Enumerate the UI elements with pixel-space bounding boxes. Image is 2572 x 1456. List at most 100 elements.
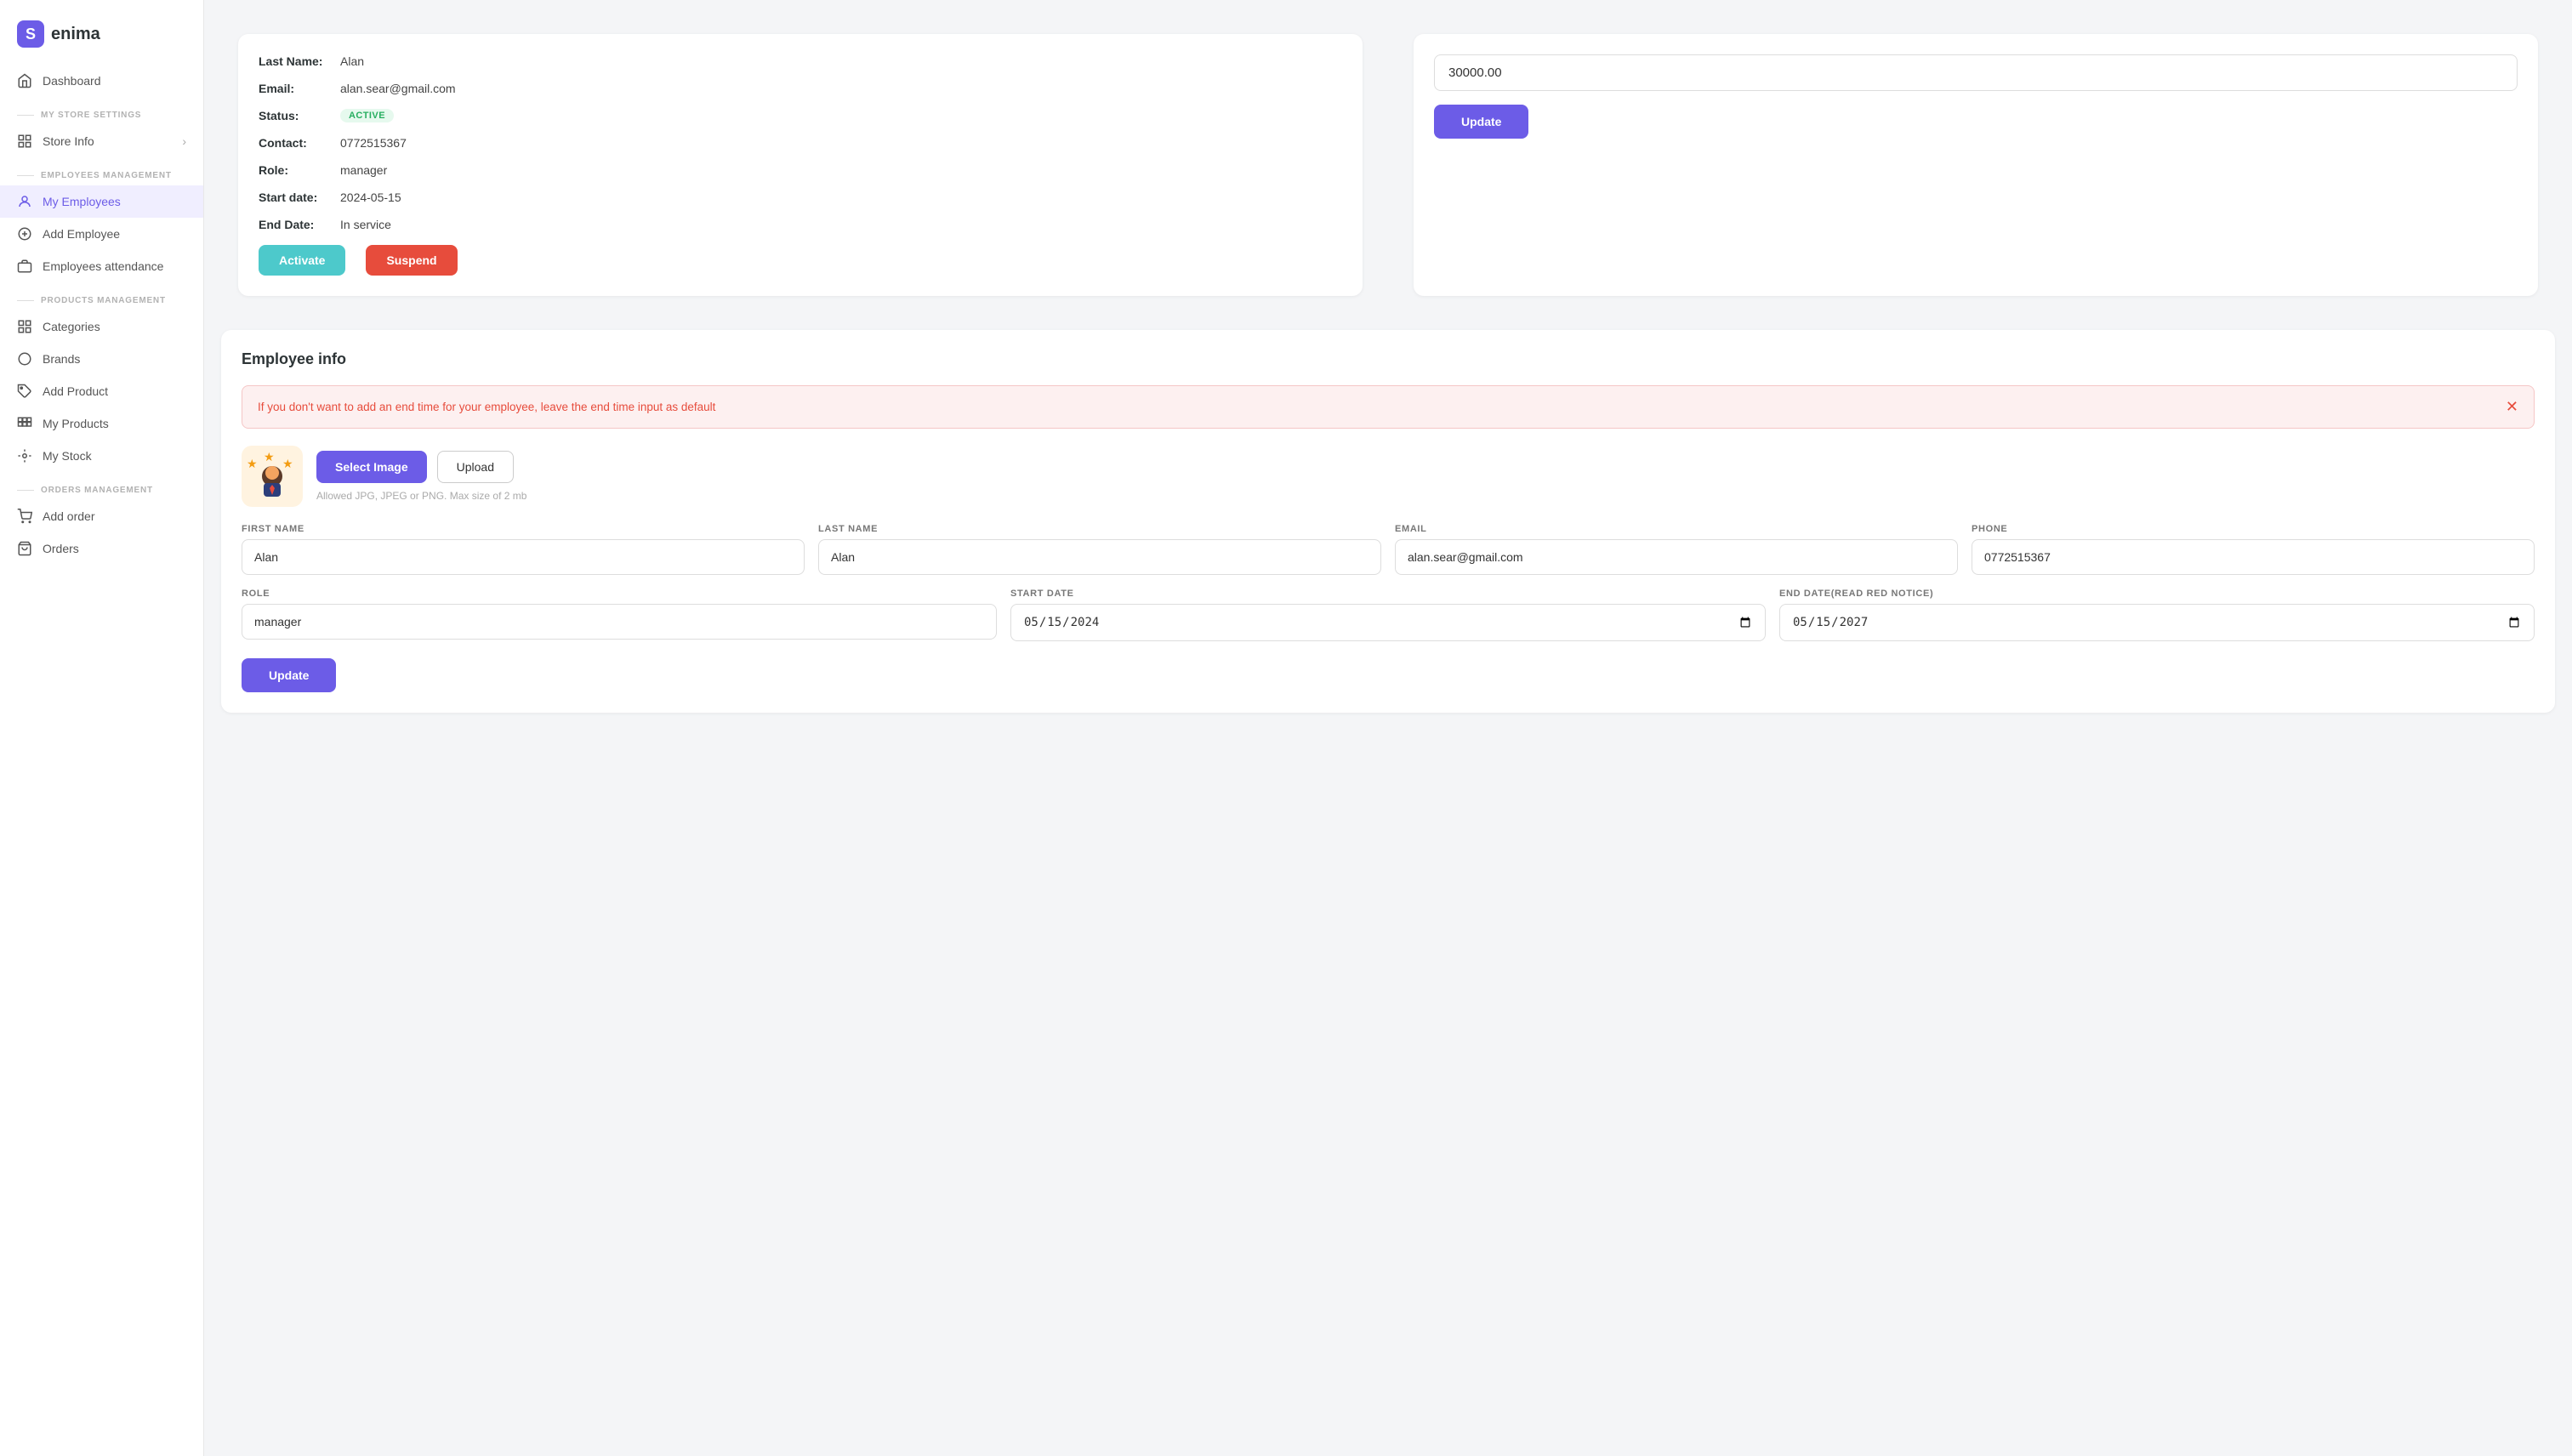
role-value: manager (340, 163, 387, 177)
sidebar-item-label: Categories (43, 320, 100, 333)
phone-group: PHONE (1972, 524, 2535, 575)
sidebar-item-label: Add Employee (43, 227, 120, 241)
first-name-input[interactable] (242, 539, 805, 575)
select-image-button[interactable]: Select Image (316, 451, 427, 483)
phone-input[interactable] (1972, 539, 2535, 575)
start-date-input[interactable] (1010, 604, 1766, 641)
sidebar: S enima Dashboard MY STORE SETTINGS Stor… (0, 0, 204, 1456)
form-row-2: ROLE START DATE END DATE(READ RED NOTICE… (242, 589, 2535, 641)
app-name: enima (51, 25, 100, 44)
sidebar-item-label: Employees attendance (43, 259, 163, 273)
sidebar-item-my-employees[interactable]: My Employees (0, 185, 203, 218)
form-row-1: FIRST NAME LAST NAME EMAIL PHONE (242, 524, 2535, 575)
section-label-products: PRODUCTS MANAGEMENT (0, 282, 203, 310)
sidebar-item-label: Dashboard (43, 74, 101, 88)
start-date-label: Start date: (259, 191, 335, 204)
alert-banner: If you don't want to add an end time for… (242, 385, 2535, 429)
sidebar-item-label: My Employees (43, 195, 121, 208)
role-group: ROLE (242, 589, 997, 641)
start-date-value: 2024-05-15 (340, 191, 401, 204)
main-content: Last Name: Alan Email: alan.sear@gmail.c… (204, 0, 2572, 1456)
sidebar-item-orders[interactable]: Orders (0, 532, 203, 565)
end-date-input[interactable] (1779, 604, 2535, 641)
activate-button[interactable]: Activate (259, 245, 345, 276)
store-icon (17, 134, 32, 149)
role-row: Role: manager (259, 163, 1342, 177)
sidebar-item-brands[interactable]: Brands (0, 343, 203, 375)
salary-card: Update (1414, 34, 2538, 296)
section-label-store: MY STORE SETTINGS (0, 97, 203, 125)
sidebar-item-label: Add Product (43, 384, 108, 398)
salary-update-button[interactable]: Update (1434, 105, 1528, 139)
action-buttons: Activate Suspend (259, 245, 1342, 276)
first-name-label: FIRST NAME (242, 524, 805, 534)
circle-icon (17, 351, 32, 367)
last-name-label: LAST NAME (818, 524, 1381, 534)
start-date-group: START DATE (1010, 589, 1766, 641)
sidebar-item-store-info[interactable]: Store Info › (0, 125, 203, 157)
tag-icon (17, 384, 32, 399)
sidebar-item-add-order[interactable]: Add order (0, 500, 203, 532)
sidebar-item-add-employee[interactable]: Add Employee (0, 218, 203, 250)
last-name-input[interactable] (818, 539, 1381, 575)
alert-message: If you don't want to add an end time for… (258, 401, 715, 413)
sidebar-item-label: Brands (43, 352, 80, 366)
sidebar-item-label: Add order (43, 509, 94, 523)
employee-avatar: ★ ★ ★ (242, 446, 303, 507)
image-hint: Allowed JPG, JPEG or PNG. Max size of 2 … (316, 490, 526, 502)
form-update-button[interactable]: Update (242, 658, 336, 692)
email-value: alan.sear@gmail.com (340, 82, 456, 95)
role-label: ROLE (242, 589, 997, 599)
section-label-employees: EMPLOYEES MANAGEMENT (0, 157, 203, 185)
top-grid: Last Name: Alan Email: alan.sear@gmail.c… (221, 17, 2555, 313)
section-label-orders: ORDERS MANAGEMENT (0, 472, 203, 500)
svg-text:★: ★ (264, 451, 275, 464)
image-section: ★ ★ ★ Select Image Upload Allowed (242, 446, 2535, 507)
sidebar-item-my-products[interactable]: My Products (0, 407, 203, 440)
briefcase-icon (17, 259, 32, 274)
products-icon (17, 416, 32, 431)
sidebar-item-label: Store Info (43, 134, 94, 148)
last-name-label: Last Name: (259, 54, 335, 68)
sidebar-item-add-product[interactable]: Add Product (0, 375, 203, 407)
email-row: Email: alan.sear@gmail.com (259, 82, 1342, 95)
contact-row: Contact: 0772515367 (259, 136, 1342, 150)
upload-button[interactable]: Upload (437, 451, 514, 483)
last-name-value: Alan (340, 54, 364, 68)
sidebar-item-employees-attendance[interactable]: Employees attendance (0, 250, 203, 282)
status-badge: ACTIVE (340, 109, 394, 122)
first-name-group: FIRST NAME (242, 524, 805, 575)
contact-label: Contact: (259, 136, 335, 150)
sidebar-item-my-stock[interactable]: My Stock (0, 440, 203, 472)
email-input[interactable] (1395, 539, 1958, 575)
svg-text:★: ★ (282, 457, 293, 470)
cart-icon (17, 509, 32, 524)
sidebar-item-label: Orders (43, 542, 79, 555)
sidebar-item-label: My Products (43, 417, 109, 430)
phone-label: PHONE (1972, 524, 2535, 534)
start-date-label: START DATE (1010, 589, 1766, 599)
email-group: EMAIL (1395, 524, 1958, 575)
sidebar-item-label: My Stock (43, 449, 92, 463)
last-name-row: Last Name: Alan (259, 54, 1342, 68)
sidebar-item-categories[interactable]: Categories (0, 310, 203, 343)
alert-close-button[interactable]: ✕ (2506, 398, 2518, 416)
svg-text:★: ★ (247, 457, 258, 470)
email-label: Email: (259, 82, 335, 95)
email-label: EMAIL (1395, 524, 1958, 534)
last-name-group: LAST NAME (818, 524, 1381, 575)
avatar-illustration: ★ ★ ★ (247, 451, 298, 502)
end-date-label: END DATE(READ RED NOTICE) (1779, 589, 2535, 599)
contact-value: 0772515367 (340, 136, 407, 150)
suspend-button[interactable]: Suspend (366, 245, 457, 276)
logo-icon: S (17, 20, 44, 48)
role-label: Role: (259, 163, 335, 177)
employee-info-card: Last Name: Alan Email: alan.sear@gmail.c… (238, 34, 1363, 296)
end-date-value: In service (340, 218, 391, 231)
salary-input[interactable] (1434, 54, 2518, 91)
role-input[interactable] (242, 604, 997, 640)
sidebar-item-dashboard[interactable]: Dashboard (0, 65, 203, 97)
end-date-group: END DATE(READ RED NOTICE) (1779, 589, 2535, 641)
image-controls: Select Image Upload Allowed JPG, JPEG or… (316, 451, 526, 502)
grid-icon (17, 319, 32, 334)
